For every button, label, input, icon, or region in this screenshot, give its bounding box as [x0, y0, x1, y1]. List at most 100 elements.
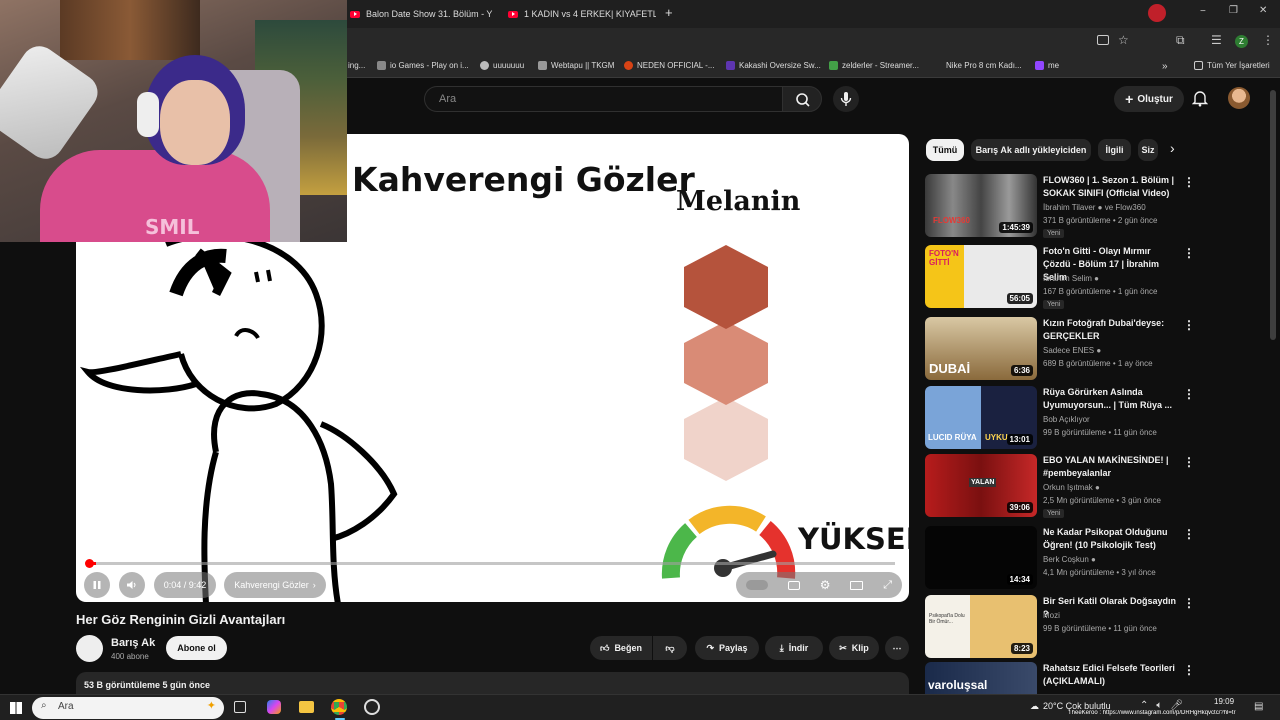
channel-name[interactable]: Barış Ak — [111, 637, 155, 649]
bookmark-item[interactable]: Nike Pro 8 cm Kadı... — [946, 61, 1022, 70]
subscribe-button[interactable]: Abone ol — [166, 636, 227, 660]
search-input[interactable]: Ara — [424, 86, 782, 112]
recommendation-item[interactable]: YALAN 39:06 EBO YALAN MAKİNESİNDE! | #pe… — [925, 454, 1195, 518]
video-thumbnail[interactable]: Psikopat'la Dolu Bir Ömür... 8:23 — [925, 595, 1037, 658]
theater-mode-icon[interactable] — [850, 580, 864, 590]
account-avatar[interactable] — [1228, 87, 1250, 109]
more-vertical-icon[interactable]: ⋮ — [1183, 456, 1195, 468]
new-tab-button[interactable]: + — [665, 5, 673, 20]
bookmark-item[interactable]: zelderler - Streamer... — [829, 61, 919, 70]
reading-list-icon[interactable]: ☰ — [1211, 33, 1222, 47]
video-thumbnail[interactable]: varoluşsal — [925, 662, 1037, 694]
chip-related[interactable]: İlgili — [1098, 139, 1131, 161]
bookmark-item[interactable]: ing... — [348, 61, 365, 70]
more-vertical-icon[interactable]: ⋮ — [1183, 247, 1195, 259]
bookmark-item[interactable]: uuuuuuu — [480, 61, 524, 70]
settings-gear-icon[interactable]: ⚙ — [820, 578, 831, 592]
share-button[interactable]: ↷ Paylaş — [695, 636, 759, 660]
video-title[interactable]: Kızın Fotoğrafı Dubai'deyse: GERÇEKLER — [1043, 317, 1177, 343]
minimize-icon[interactable]: − — [1200, 6, 1206, 17]
task-view-icon[interactable] — [234, 701, 246, 713]
bookmark-item[interactable]: Webtapu || TKGM — [538, 61, 614, 70]
more-vertical-icon[interactable]: ⋮ — [1183, 664, 1195, 676]
more-menu-icon[interactable]: ⋮ — [1262, 33, 1274, 47]
channel-name[interactable]: İbrahim Tilaver ● ve Flow360 — [1043, 203, 1146, 212]
chip-all[interactable]: Tümü — [926, 139, 964, 161]
install-icon[interactable] — [1097, 35, 1109, 45]
browser-tab-active[interactable]: 1 KADIN vs 4 ERKEK| KIYAFETLE ✕ — [508, 4, 656, 24]
download-button[interactable]: ⤓ İndir — [765, 636, 823, 660]
more-vertical-icon[interactable]: ⋮ — [1183, 597, 1195, 609]
create-button[interactable]: + Oluştur — [1114, 86, 1184, 112]
dislike-button[interactable]: 👎︎ — [653, 636, 687, 660]
recommendation-item[interactable]: DUBAİ 6:36 Kızın Fotoğrafı Dubai'deyse: … — [925, 317, 1195, 381]
channel-name[interactable]: Mozi — [1043, 611, 1060, 620]
bookmark-item[interactable]: NEDEN OFFICIAL -... — [624, 61, 715, 70]
bookmark-item[interactable]: me — [1035, 61, 1059, 70]
video-thumbnail[interactable]: FOTO'N GİTTİ 56:05 — [925, 245, 1037, 308]
profile-avatar[interactable]: Z — [1235, 35, 1248, 48]
browser-tab[interactable]: Balon Date Show 31. Bölüm - Y ✕ — [350, 4, 500, 24]
more-actions-button[interactable]: ⋯ — [885, 636, 909, 660]
video-title[interactable]: Bir Seri Katil Olarak Doğsaydın ? — [1043, 595, 1177, 621]
video-thumbnail[interactable]: DUBAİ 6:36 — [925, 317, 1037, 380]
chrome-icon[interactable] — [331, 699, 347, 715]
all-bookmarks[interactable]: Tüm Yer İşaretleri — [1194, 61, 1270, 70]
progress-scrubber[interactable] — [85, 559, 94, 568]
windows-start-icon[interactable] — [10, 702, 22, 714]
video-title[interactable]: FLOW360 | 1. Sezon 1. Bölüm | SOKAK SINI… — [1043, 174, 1177, 200]
bookmark-item[interactable]: io Games - Play on i... — [377, 61, 469, 70]
pause-button[interactable] — [84, 572, 110, 598]
voice-search-button[interactable] — [833, 86, 859, 112]
video-thumbnail[interactable]: LUCID RÜYA UYKU 13:01 — [925, 386, 1037, 449]
channel-name[interactable]: Orkun Işıtmak ● — [1043, 483, 1100, 492]
more-vertical-icon[interactable]: ⋮ — [1183, 528, 1195, 540]
file-explorer-icon[interactable] — [299, 701, 314, 713]
taskbar-search-input[interactable]: ⌕ Ara ✦ — [32, 697, 224, 719]
channel-name[interactable]: Sadece ENES ● — [1043, 346, 1101, 355]
chip-from-uploader[interactable]: Barış Ak adlı yükleyiciden — [971, 139, 1091, 161]
progress-bar[interactable] — [90, 562, 895, 565]
autoplay-toggle[interactable] — [745, 580, 768, 590]
volume-button[interactable] — [119, 572, 145, 598]
recommendation-item[interactable]: 14:34 Ne Kadar Psikopat Olduğunu Öğren! … — [925, 526, 1195, 590]
like-button[interactable]: 👍︎ Beğen — [590, 636, 652, 660]
channel-name[interactable]: Berk Coşkun ● — [1043, 555, 1096, 564]
video-thumbnail[interactable]: YALAN 39:06 — [925, 454, 1037, 517]
notifications-button[interactable] — [1191, 89, 1209, 112]
recommendation-item[interactable]: varoluşsal Rahatsız Edici Felsefe Teoril… — [925, 662, 1195, 694]
more-vertical-icon[interactable]: ⋮ — [1183, 319, 1195, 331]
channel-avatar[interactable] — [76, 635, 103, 662]
bookmark-item[interactable]: Kakashi Oversize Sw... — [726, 61, 821, 70]
maximize-icon[interactable]: ❐ — [1229, 5, 1238, 16]
clip-button[interactable]: ✂ Klip — [829, 636, 879, 660]
subtitles-icon[interactable] — [787, 580, 800, 590]
more-bookmarks-icon[interactable]: » — [1162, 61, 1168, 72]
obs-icon[interactable] — [364, 699, 380, 715]
video-title[interactable]: Ne Kadar Psikopat Olduğunu Öğren! (10 Ps… — [1043, 526, 1177, 552]
video-title[interactable]: Rüya Görürken Aslında Uyumuyorsun... | T… — [1043, 386, 1177, 412]
channel-name[interactable]: İbrahim Selim ● — [1043, 274, 1099, 283]
chip-for-you[interactable]: Siz — [1138, 139, 1158, 161]
more-vertical-icon[interactable]: ⋮ — [1183, 176, 1195, 188]
fullscreen-icon[interactable]: ⤢ — [883, 579, 892, 592]
video-thumbnail[interactable]: FLOW360 1:45:39 — [925, 174, 1037, 237]
extensions-icon[interactable]: ⧉ — [1176, 33, 1185, 48]
chips-next-icon[interactable]: › — [1170, 140, 1175, 156]
bookmark-star-icon[interactable]: ☆ — [1118, 33, 1129, 47]
recommendation-item[interactable]: FLOW360 1:45:39 FLOW360 | 1. Sezon 1. Bö… — [925, 174, 1195, 238]
chapter-button[interactable]: Kahverengi Gözler › — [224, 572, 326, 598]
clock[interactable]: 19:09 — [1214, 697, 1234, 706]
recommendation-item[interactable]: Psikopat'la Dolu Bir Ömür... 8:23 Bir Se… — [925, 595, 1195, 659]
recommendation-item[interactable]: LUCID RÜYA UYKU 13:01 Rüya Görürken Aslı… — [925, 386, 1195, 450]
recommendation-item[interactable]: FOTO'N GİTTİ 56:05 Foto'n Gitti - Olayı … — [925, 245, 1195, 309]
channel-name[interactable]: Bob Açıklıyor — [1043, 415, 1090, 424]
close-window-icon[interactable]: ✕ — [1259, 5, 1267, 16]
search-button[interactable] — [782, 86, 822, 112]
video-thumbnail[interactable]: 14:34 — [925, 526, 1037, 589]
video-title[interactable]: EBO YALAN MAKİNESİNDE! | #pembeyalanlar — [1043, 454, 1177, 480]
video-title[interactable]: Rahatsız Edici Felsefe Teorileri (AÇIKLA… — [1043, 662, 1177, 688]
copilot-icon[interactable] — [267, 700, 281, 714]
more-vertical-icon[interactable]: ⋮ — [1183, 388, 1195, 400]
page-scrollbar[interactable] — [1270, 90, 1276, 340]
